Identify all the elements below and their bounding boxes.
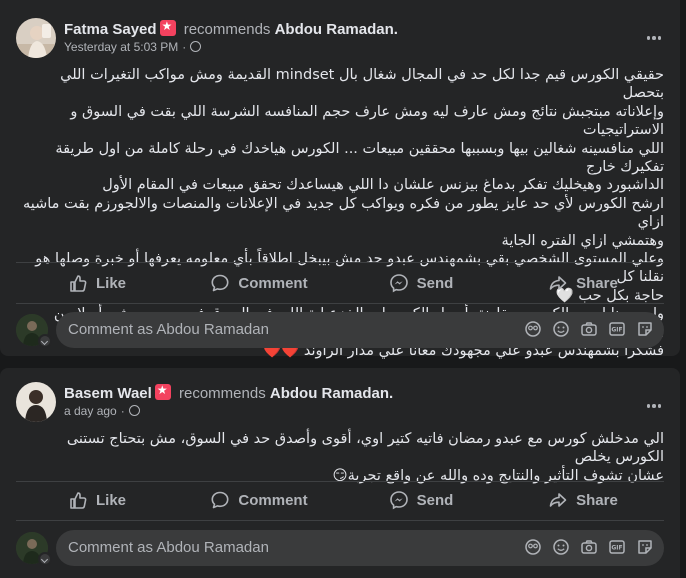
share-icon [549,276,567,290]
post-timestamp[interactable]: Yesterday at 5:03 PM [64,40,178,54]
svg-text:GIF: GIF [611,545,622,552]
divider [16,303,664,304]
send-label: Send [416,491,454,509]
comment-icon [211,491,229,509]
comment-composer: Comment as Abdou Ramadan GIF [16,530,664,566]
avatar-sticker-icon[interactable] [524,320,542,338]
camera-icon[interactable] [580,320,598,338]
post-title-line: Basem Wael recommends Abdou Ramadan. [64,383,393,402]
post-line: اللي منافسينه شغالين بيها وبسببها محققين… [55,140,664,176]
comment-tools: GIF [524,538,654,556]
page-name[interactable]: Abdou Ramadan. [275,21,398,38]
recommends-text: recommends [183,21,271,38]
like-icon [70,275,87,292]
post-card: Fatma Sayed recommends Abdou Ramadan. Ye… [0,0,680,359]
send-button[interactable]: Send [340,265,502,301]
globe-icon [190,41,202,52]
comment-placeholder: Comment as Abdou Ramadan [68,539,269,556]
post-meta: Yesterday at 5:03 PM · [64,40,202,54]
recommend-icon [159,19,176,36]
divider [16,520,664,521]
more-options-icon[interactable] [644,28,664,48]
comment-composer: Comment as Abdou Ramadan GIF [16,312,664,348]
share-button[interactable]: Share [502,265,664,301]
comment-icon [211,274,229,292]
like-label: Like [95,274,126,292]
messenger-icon [389,491,408,510]
like-icon [70,492,87,509]
messenger-icon [389,274,408,293]
share-label: Share [576,491,618,509]
comment-button[interactable]: Comment [178,265,340,301]
comment-placeholder: Comment as Abdou Ramadan [68,321,269,338]
share-label: Share [576,274,618,292]
comment-label: Comment [238,491,308,509]
more-options-icon[interactable] [644,396,664,416]
recommends-text: recommends [179,385,266,402]
post-line: الي مدخلش كورس مع عبدو رمضان فاتيه كتير … [66,431,664,466]
sticker-icon[interactable] [636,538,654,556]
emoji-icon[interactable] [552,320,570,338]
comment-button[interactable]: Comment [178,482,340,518]
gif-icon[interactable]: GIF [608,320,626,338]
post-line: الداشبورد وهيخليك تفكر بدماغ بيزنس علشان… [102,177,664,194]
comment-input[interactable]: Comment as Abdou Ramadan GIF [56,312,664,348]
post-card: Basem Wael recommends Abdou Ramadan. a d… [0,368,680,578]
share-icon [549,493,567,507]
author-name[interactable]: Basem Wael [64,385,152,402]
send-button[interactable]: Send [340,482,502,518]
author-name[interactable]: Fatma Sayed [64,21,157,38]
post-line: ارشح الكورس لأي حد عايز يطور من فكره ويو… [22,195,664,231]
globe-icon [128,405,140,416]
camera-icon[interactable] [580,538,598,556]
share-button[interactable]: Share [502,482,664,518]
gif-icon[interactable]: GIF [608,538,626,556]
svg-text:GIF: GIF [611,327,622,334]
post-actions: Like Comment Send Share [16,265,664,301]
post-header: Fatma Sayed recommends Abdou Ramadan. Ye… [16,18,664,58]
emoji-icon[interactable] [552,538,570,556]
comment-tools: GIF [524,320,654,338]
divider [16,262,664,263]
post-line: وهتمشي ازاي الفتره الجاية [501,232,664,249]
post-timestamp[interactable]: a day ago [64,404,117,418]
page-name[interactable]: Abdou Ramadan. [270,385,393,402]
post-meta: a day ago · [64,404,140,418]
post-header: Basem Wael recommends Abdou Ramadan. a d… [16,382,664,422]
comment-input[interactable]: Comment as Abdou Ramadan GIF [56,530,664,566]
post-actions: Like Comment Send Share [16,482,664,518]
avatar-sticker-icon[interactable] [524,538,542,556]
author-avatar[interactable] [16,382,56,422]
chevron-down-icon[interactable] [38,552,52,566]
like-button[interactable]: Like [16,482,178,518]
recommend-icon [154,383,171,400]
chevron-down-icon[interactable] [38,334,52,348]
post-line: حقيقي الكورس قيم جدا لكل حد في المجال شغ… [60,67,664,102]
post-line: وإعلاناته مبتجبش نتائج ومش عارف ليه ومش … [70,103,664,139]
comment-label: Comment [238,274,308,292]
send-label: Send [416,274,454,292]
like-label: Like [95,491,126,509]
post-title-line: Fatma Sayed recommends Abdou Ramadan. [64,19,398,38]
sticker-icon[interactable] [636,320,654,338]
like-button[interactable]: Like [16,265,178,301]
author-avatar[interactable] [16,18,56,58]
post-body: الي مدخلش كورس مع عبدو رمضان فاتيه كتير … [16,430,664,485]
